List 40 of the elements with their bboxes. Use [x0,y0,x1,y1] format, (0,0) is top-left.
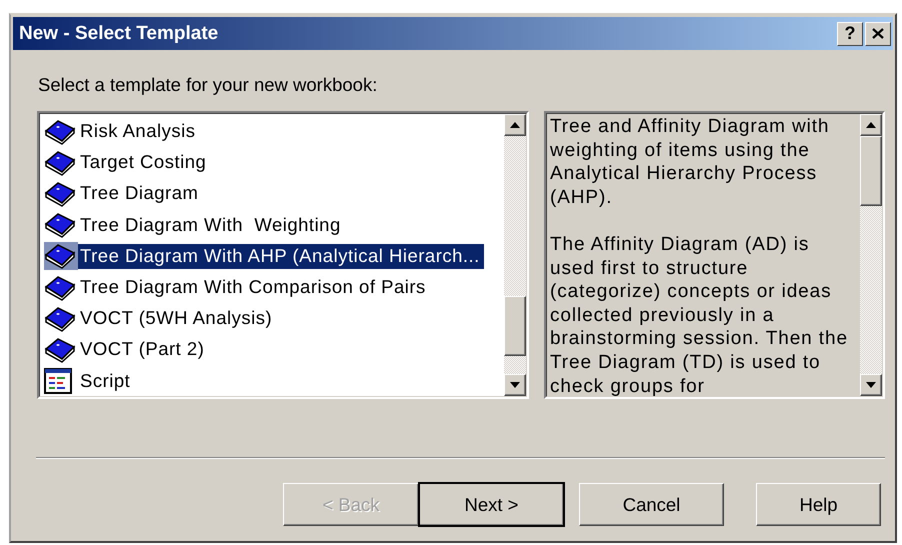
down-arrow-icon [510,382,520,388]
template-item[interactable]: Tree Diagram [78,181,202,206]
book-icon [44,274,76,301]
template-item[interactable]: VOCT (Part 2) [78,337,208,362]
template-item[interactable]: Tree Diagram With AHP (Analytical Hierarch... [78,244,484,269]
template-item[interactable]: Tree Diagram With Comparison of Pairs [78,275,430,300]
up-arrow-icon [866,122,876,128]
template-item[interactable]: Risk Analysis [78,119,200,144]
close-button[interactable] [865,22,891,46]
scroll-up-button[interactable] [504,114,526,136]
template-item[interactable]: Target Costing [78,150,210,176]
wizard-button[interactable]: Cancel [579,483,724,526]
book-icon [44,150,76,176]
wizard-button[interactable]: Next > [419,483,564,526]
scroll-down-button[interactable] [860,374,882,396]
window-title: New - Select Template [19,22,220,44]
scrollbar[interactable] [504,114,526,396]
book-icon [44,243,76,270]
scroll-thumb[interactable] [860,136,882,206]
up-arrow-icon [510,122,520,128]
scrollbar[interactable] [860,114,882,396]
book-icon [44,180,76,207]
help-button[interactable]: ? [837,22,863,46]
scroll-thumb[interactable] [504,296,526,356]
close-icon [872,28,884,39]
script-icon [44,368,72,394]
down-arrow-icon [866,382,876,388]
instruction-label: Select a template for your new workbook: [38,74,378,96]
template-item[interactable]: Script [78,368,134,394]
template-item[interactable]: Tree Diagram With Weighting [78,212,345,238]
scroll-down-button[interactable] [504,374,526,396]
template-item[interactable]: VOCT (5WH Analysis) [78,306,276,332]
book-icon [44,212,76,238]
description-paragraph: Tree and Affinity Diagram with weighting of items using the Analytical Hierarchy Process (AHP). [550,115,830,210]
wizard-button[interactable]: Help [756,483,881,526]
book-icon [44,118,76,145]
scroll-up-button[interactable] [860,114,882,136]
description-paragraph: The Affinity Diagram (AD) is used first to structure (categorize) concepts or ideas collected previously in a brainstorming session. Then the Tree Diagram (TD) is used to check groups for [550,232,849,396]
book-icon [44,306,76,332]
book-icon [44,336,76,363]
